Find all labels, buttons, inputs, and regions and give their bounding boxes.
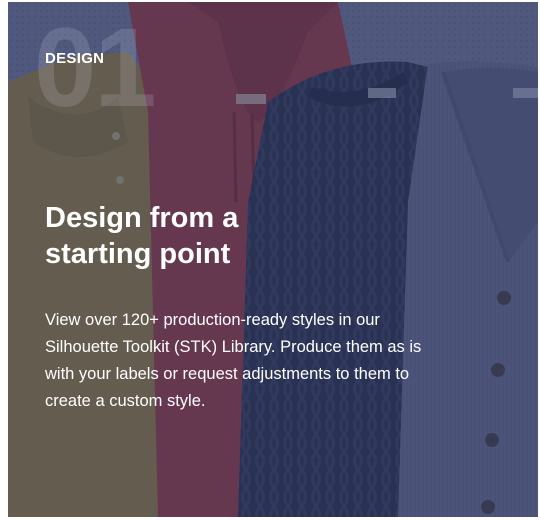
section-eyebrow: DESIGN — [45, 50, 105, 67]
card-description: View over 120+ production-ready styles i… — [45, 311, 422, 410]
background-step-number: 01 — [34, 5, 157, 130]
card-title: Design from a starting point — [45, 202, 239, 270]
feature-card: 01 DESIGN Design from a starting point V… — [8, 2, 538, 517]
